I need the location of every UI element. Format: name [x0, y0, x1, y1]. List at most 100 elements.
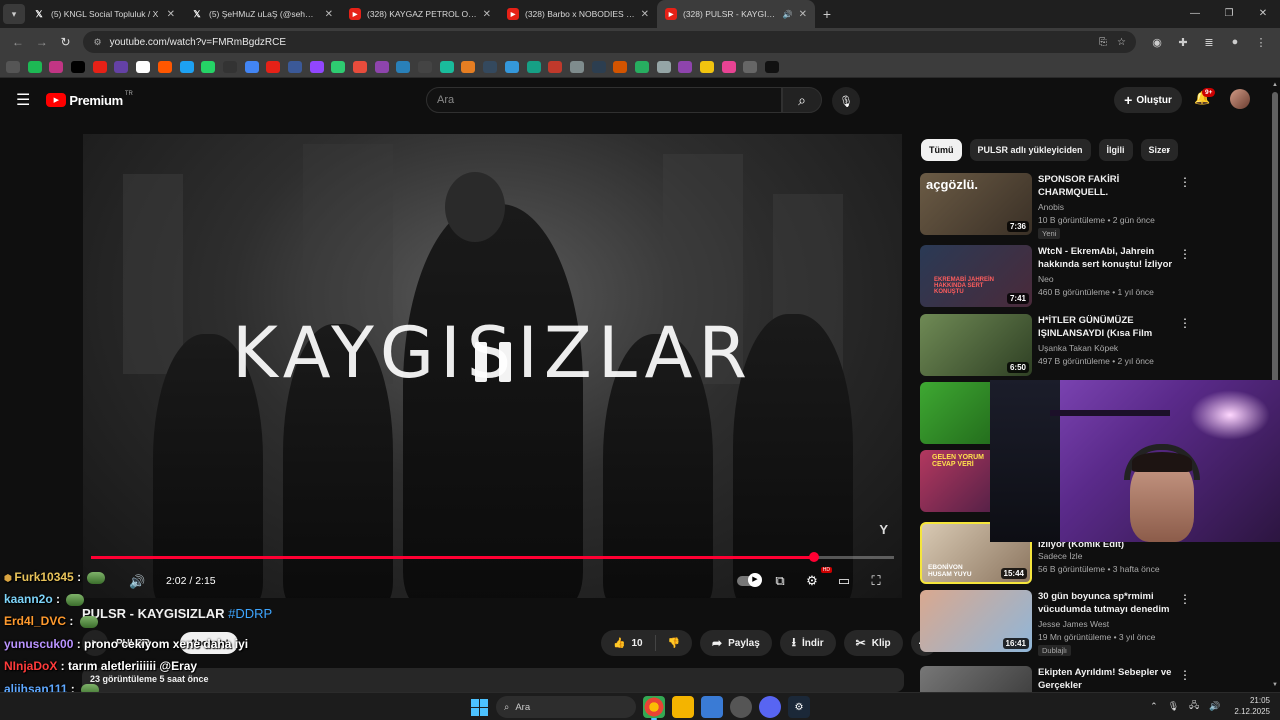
account-avatar[interactable] [1230, 89, 1250, 109]
bookmark-favicon-icon[interactable] [569, 60, 584, 73]
channel-name[interactable]: Anobis [1038, 202, 1064, 212]
browser-tab[interactable]: 𝕏 (5) ŞeHMuZ uLaŞ (@sehmuzulas) / X ✕ [183, 0, 341, 28]
more-options-icon[interactable]: ⋮ [1179, 175, 1191, 189]
close-window-icon[interactable]: ✕ [1246, 0, 1280, 28]
theater-mode-icon[interactable]: ▭ [828, 570, 860, 592]
bookmark-favicon-icon[interactable] [678, 60, 693, 73]
bookmark-favicon-icon[interactable] [136, 60, 151, 73]
recommended-video[interactable]: Ekipten Ayrıldım! Sebepler ve Gerçekler … [920, 666, 1265, 692]
bookmark-favicon-icon[interactable] [743, 60, 758, 73]
chip-from-uploader[interactable]: PULSR adlı yükleyiciden [969, 139, 1091, 161]
menu-kebab-icon[interactable]: ⋮ [1248, 36, 1274, 49]
reading-list-icon[interactable]: ≣ [1196, 36, 1222, 49]
forward-icon[interactable]: → [30, 35, 54, 49]
bookmark-favicon-icon[interactable] [591, 60, 606, 73]
video-thumbnail[interactable]: 16:41 [920, 590, 1032, 652]
video-title[interactable]: H*İTLER GÜNÜMÜZE IŞINLANSAYDI (Kısa Film… [1038, 314, 1178, 340]
bookmark-favicon-icon[interactable] [721, 60, 736, 73]
close-icon[interactable]: ✕ [641, 9, 649, 20]
search-input[interactable]: Ara [426, 87, 782, 113]
pause-icon[interactable] [475, 342, 511, 386]
bookmark-favicon-icon[interactable] [201, 60, 216, 73]
bookmark-favicon-icon[interactable] [27, 60, 42, 73]
bookmark-favicon-icon[interactable] [71, 60, 86, 73]
share-button[interactable]: ➦ Paylaş [700, 630, 772, 656]
subtitles-icon[interactable]: ⧉ [764, 570, 796, 592]
autoplay-toggle[interactable] [732, 570, 764, 592]
profile-icon[interactable]: ● [1222, 36, 1248, 49]
recommended-video[interactable]: 6:50 H*İTLER GÜNÜMÜZE IŞINLANSAYDI (Kısa… [920, 314, 1265, 378]
more-options-icon[interactable]: ⋮ [1179, 668, 1191, 682]
microphone-tray-icon[interactable]: 🎙 [1168, 701, 1179, 712]
site-info-icon[interactable]: ⚙ [93, 37, 101, 48]
system-clock[interactable]: 21:05 2.12.2025 [1234, 695, 1270, 717]
more-options-icon[interactable]: ⋮ [1179, 247, 1191, 261]
bookmark-favicon-icon[interactable] [331, 60, 346, 73]
create-button[interactable]: + Oluştur [1114, 87, 1182, 113]
browser-tab[interactable]: ▶ (328) Barbo x NOBODIES (diss track) ✕ [499, 0, 657, 28]
browser-tab[interactable]: 𝕏 (5) KNGL Social Topluluk / X ✕ [25, 0, 183, 28]
clip-button[interactable]: ✂ Klip [843, 630, 903, 656]
close-icon[interactable]: ✕ [325, 9, 333, 20]
bookmark-favicon-icon[interactable] [179, 60, 194, 73]
extension-icon[interactable]: ◉ [1144, 36, 1170, 49]
download-button[interactable]: ⭳ İndir [779, 630, 836, 656]
scrollbar-thumb[interactable] [1272, 92, 1278, 402]
bookmark-favicon-icon[interactable] [114, 60, 129, 73]
video-thumbnail[interactable]: açgözlü. 7:36 [920, 173, 1032, 235]
steam-icon[interactable]: ⚙ [788, 696, 810, 718]
bookmark-favicon-icon[interactable] [526, 60, 541, 73]
bookmark-favicon-icon[interactable] [287, 60, 302, 73]
bookmark-favicon-icon[interactable] [656, 60, 671, 73]
more-options-icon[interactable]: ⋮ [1179, 316, 1191, 330]
chevron-right-icon[interactable]: › [1166, 143, 1170, 157]
browser-tab-active[interactable]: ▶ (328) PULSR - KAYGISIZLAR 🔊 ✕ [657, 0, 815, 28]
bookmark-favicon-icon[interactable] [157, 60, 172, 73]
speaker-icon[interactable]: 🔊 [783, 10, 793, 19]
video-player[interactable]: KAYGISIZLAR Y 🔊 2:02 / 2:15 ⧉ ⚙HD ▭ ⛶ [83, 134, 902, 598]
video-title[interactable]: SPONSOR FAKİRİ CHARMQUELL. [1038, 173, 1178, 199]
bookmark-favicon-icon[interactable] [418, 60, 433, 73]
channel-name[interactable]: Uşanka Takan Köpek [1038, 343, 1118, 353]
chip-all[interactable]: Tümü [921, 139, 962, 161]
url-text[interactable]: youtube.com/watch?v=FMRmBgdzRCE [110, 37, 1089, 48]
chip-related[interactable]: İlgili [1098, 139, 1133, 161]
more-options-icon[interactable]: ⋮ [1179, 592, 1191, 606]
volume-tray-icon[interactable]: 🔊 [1209, 701, 1220, 712]
bookmark-favicon-icon[interactable] [374, 60, 389, 73]
bookmark-favicon-icon[interactable] [396, 60, 411, 73]
restore-icon[interactable]: ❐ [1212, 0, 1246, 28]
hashtag-link[interactable]: #DDRP [228, 606, 272, 621]
dislike-button[interactable]: 👎 [656, 630, 692, 656]
close-icon[interactable]: ✕ [167, 9, 175, 20]
bookmark-favicon-icon[interactable] [49, 60, 64, 73]
network-icon[interactable]: 🖧 [1189, 698, 1199, 714]
discord-icon[interactable] [759, 696, 781, 718]
minimize-icon[interactable]: — [1178, 0, 1212, 28]
search-icon[interactable]: ⌕ [782, 87, 822, 113]
recommended-video[interactable]: EKREMABİ JAHREİN HAKKINDA SERT KONUŞTU 7… [920, 245, 1265, 309]
tab-search-button[interactable]: ▾ [3, 4, 25, 24]
channel-name[interactable]: Jesse James West [1038, 619, 1109, 629]
volume-icon[interactable]: 🔊 [129, 574, 145, 590]
youtube-logo[interactable]: ▶ Premium TR [46, 91, 133, 108]
video-title[interactable]: WtcN - EkremAbi, Jahrein hakkında sert k… [1038, 245, 1178, 271]
bookmark-favicon-icon[interactable] [92, 60, 107, 73]
new-tab-button[interactable]: + [815, 6, 839, 22]
bookmark-favicon-icon[interactable] [244, 60, 259, 73]
bookmark-favicon-icon[interactable] [634, 60, 649, 73]
chip-for-you[interactable]: Sizer [1140, 139, 1179, 161]
video-thumbnail[interactable] [920, 666, 1032, 692]
close-icon[interactable]: ✕ [483, 9, 491, 20]
scroll-down-icon[interactable]: ▼ [1272, 682, 1278, 688]
progress-bar[interactable] [91, 552, 894, 562]
microphone-icon[interactable]: 🎙 [832, 87, 860, 115]
puzzle-icon[interactable]: ✚ [1170, 36, 1196, 49]
bookmark-star-icon[interactable]: ☆ [1117, 37, 1126, 48]
recommended-video[interactable]: açgözlü. 7:36 SPONSOR FAKİRİ CHARMQUELL.… [920, 173, 1265, 239]
bookmark-favicon-icon[interactable] [504, 60, 519, 73]
browser-tab[interactable]: ▶ (328) KAYGAZ PETROL OFİSİ REMİX ✕ [341, 0, 499, 28]
channel-name[interactable]: Sadece İzle [1038, 551, 1082, 561]
video-thumbnail[interactable]: 6:50 [920, 314, 1032, 376]
channel-name[interactable]: Neo [1038, 274, 1054, 284]
